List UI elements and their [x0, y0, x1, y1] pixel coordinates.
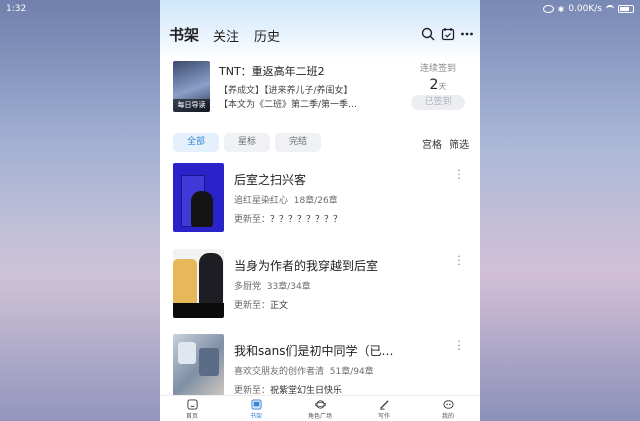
network-speed: 0.00K/s — [568, 4, 602, 14]
book-progress: 51章/94章 — [329, 367, 374, 377]
filter-starred[interactable]: 星标 — [224, 133, 270, 152]
book-meta: 多厨党 33章/34章 — [234, 279, 311, 292]
signin-button[interactable]: 已签到 — [411, 95, 465, 110]
tab-following[interactable]: 关注 — [213, 26, 239, 45]
nav-write[interactable]: 写作 — [359, 399, 409, 420]
nav-character-plaza[interactable]: 角色广场 — [295, 399, 345, 420]
eye-icon — [542, 5, 554, 13]
signin-panel: 连续签到 2天 已签到 — [408, 61, 468, 110]
wifi-icon — [606, 5, 614, 13]
book-item[interactable]: 当身为作者的我穿越到后室 多厨党 33章/34章 更新至：正文 · · · — [160, 249, 480, 329]
book-more-icon[interactable]: · · · — [456, 251, 462, 270]
book-update: 更新至：？？？？？？？？ — [234, 212, 342, 225]
nav-profile-label: 我的 — [441, 413, 454, 420]
bottom-navigation: 首页 书架 角色广场 写作 我的 — [160, 395, 480, 421]
book-author: 追红星染红心 — [234, 196, 289, 206]
book-meta: 追红星染红心 18章/26章 — [234, 193, 338, 206]
profile-icon — [442, 400, 454, 409]
book-title: 当身为作者的我穿越到后室 — [234, 259, 379, 273]
status-right: ✱ 0.00K/s — [542, 4, 634, 14]
app-window: 书架 关注 历史 每日导读 TNT：重返高年二班2 【养成文】【进来养儿子/养闺… — [160, 0, 480, 421]
nav-profile[interactable]: 我的 — [423, 399, 473, 420]
banner-title: TNT：重返高年二班2 — [219, 65, 325, 78]
book-cover — [173, 334, 224, 403]
calendar-check-icon[interactable] — [441, 27, 455, 41]
planet-icon — [314, 400, 326, 409]
book-update-prefix: 更新至： — [234, 301, 271, 311]
search-icon[interactable] — [421, 27, 435, 41]
signin-label: 连续签到 — [419, 64, 456, 74]
book-update: 更新至：正文 — [234, 298, 288, 311]
grid-view-toggle[interactable]: 宫格 — [422, 136, 442, 151]
wallpaper-left — [0, 0, 160, 421]
filter-bar: 全部 星标 完结 宫格 筛选 — [160, 131, 480, 153]
nav-home[interactable]: 首页 — [167, 399, 217, 420]
book-more-icon[interactable]: · · · — [456, 336, 462, 355]
bluetooth-icon: ✱ — [557, 4, 565, 14]
book-title: 后室之扫兴客 — [234, 173, 307, 187]
nav-bookshelf-label: 书架 — [249, 413, 262, 420]
book-author: 多厨党 — [234, 282, 262, 292]
tab-bookshelf[interactable]: 书架 — [169, 24, 199, 45]
book-author: 喜欢交朋友的创作者清 — [234, 367, 325, 377]
home-icon — [186, 399, 198, 410]
bookshelf-icon — [250, 399, 262, 410]
book-update-value: 正文 — [270, 301, 289, 311]
book-cover — [173, 249, 224, 318]
book-title: 我和sans们是初中同学（已… — [234, 344, 394, 358]
banner-cover: 每日导读 — [173, 61, 210, 112]
book-update-value: ？？？？？？？？ — [270, 215, 343, 225]
filter-finished[interactable]: 完结 — [275, 133, 321, 152]
book-progress: 18章/26章 — [293, 196, 338, 206]
book-update-prefix: 更新至： — [234, 215, 271, 225]
book-progress: 33章/34章 — [266, 282, 311, 292]
filter-button[interactable]: 筛选 — [449, 136, 469, 151]
pen-icon — [379, 400, 389, 410]
nav-bookshelf[interactable]: 书架 — [231, 399, 281, 420]
filter-all[interactable]: 全部 — [173, 133, 219, 152]
book-meta: 喜欢交朋友的创作者清 51章/94章 — [234, 364, 374, 377]
battery-icon — [618, 5, 634, 13]
nav-home-label: 首页 — [185, 413, 198, 420]
signin-count: 2天 — [408, 77, 468, 93]
signin-unit: 天 — [438, 82, 447, 91]
wallpaper-right — [480, 0, 640, 421]
tab-history[interactable]: 历史 — [254, 26, 280, 45]
status-time: 1:32 — [6, 4, 27, 14]
banner-cover-tag: 每日导读 — [173, 99, 210, 112]
banner-tags: 【养成文】【进来养儿子/养闺女】 — [219, 86, 353, 96]
book-item[interactable]: 后室之扫兴客 追红星染红心 18章/26章 更新至：？？？？？？？？ · · · — [160, 163, 480, 243]
book-cover — [173, 163, 224, 232]
nav-write-label: 写作 — [377, 413, 390, 420]
daily-pick-banner[interactable]: 每日导读 TNT：重返高年二班2 【养成文】【进来养儿子/养闺女】 【本文为《二… — [160, 56, 480, 122]
banner-description: 【本文为《二班》第二季/第一季… — [219, 100, 358, 110]
book-more-icon[interactable]: · · · — [456, 165, 462, 184]
more-icon[interactable] — [460, 27, 474, 41]
top-header: 书架 关注 历史 — [160, 24, 480, 48]
nav-character-plaza-label: 角色广场 — [307, 413, 332, 420]
